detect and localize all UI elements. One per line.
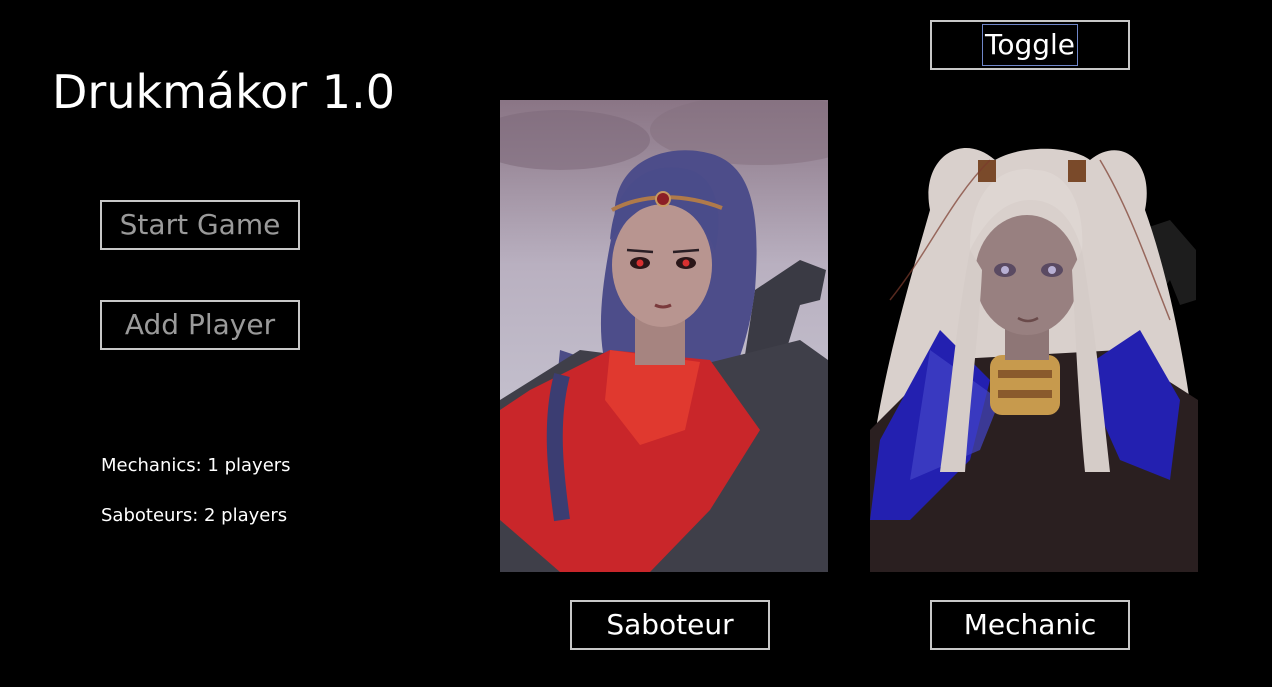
mechanic-portrait-icon — [870, 100, 1198, 572]
add-player-button[interactable]: Add Player — [100, 300, 300, 350]
saboteur-button[interactable]: Saboteur — [570, 600, 770, 650]
toggle-button-label: Toggle — [981, 24, 1079, 66]
app-title: Drukmákor 1.0 — [52, 65, 395, 119]
saboteur-portrait-icon — [500, 100, 828, 572]
saboteurs-count: Saboteurs: 2 players — [101, 505, 288, 526]
mechanic-button[interactable]: Mechanic — [930, 600, 1130, 650]
mechanics-count: Mechanics: 1 players — [101, 455, 291, 476]
start-game-button[interactable]: Start Game — [100, 200, 300, 250]
toggle-button[interactable]: Toggle — [930, 20, 1130, 70]
